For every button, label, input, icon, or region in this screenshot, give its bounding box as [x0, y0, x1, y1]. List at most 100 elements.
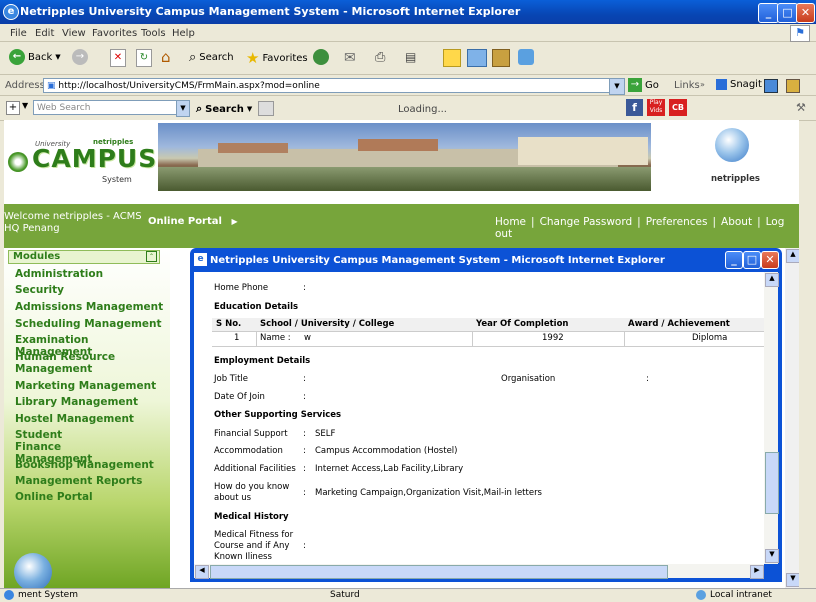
links-label[interactable]: Links	[674, 80, 700, 91]
row-award: Diploma	[692, 333, 728, 343]
financial-support-label: Financial Support	[214, 429, 288, 439]
print-icon[interactable]: ⎙	[375, 50, 385, 65]
messenger-icon[interactable]	[467, 49, 487, 67]
refresh-icon[interactable]: ↻	[136, 49, 152, 67]
home-phone-colon: :	[303, 283, 306, 293]
go-button[interactable]: → Go	[628, 78, 659, 92]
history-icon[interactable]	[313, 49, 329, 65]
toolbar-add-icon[interactable]: +	[6, 101, 20, 115]
popup-maximize-button[interactable]: □	[743, 251, 761, 269]
web-search-dropdown-icon[interactable]: ▼	[176, 100, 190, 117]
modules-sidebar: Modules ⌃ Administration Security Admiss…	[4, 248, 170, 588]
go-arrow-icon: →	[628, 78, 642, 92]
mail-icon[interactable]: ✉	[344, 50, 356, 66]
netripples-logo-text: netripples	[711, 174, 760, 184]
additional-facilities-colon: :	[303, 464, 306, 474]
window-title-bar: e Netripples University Campus Managemen…	[0, 0, 816, 24]
menu-tools[interactable]: Tools	[141, 28, 166, 39]
wrench-icon[interactable]: ⚒	[796, 101, 806, 114]
search-button[interactable]: ⌕ Search	[189, 50, 234, 65]
favorites-button[interactable]: ★ Favorites	[246, 49, 308, 67]
education-table: S No. School / University / College Year…	[212, 318, 764, 348]
popup-scrollbar[interactable]: ▲ ▼	[764, 272, 779, 564]
maximize-button[interactable]: □	[777, 3, 798, 23]
employment-heading: Employment Details	[214, 356, 311, 366]
tools-icon[interactable]	[518, 49, 534, 65]
how-know-colon: :	[303, 488, 306, 498]
intranet-icon	[696, 590, 706, 600]
date-of-join-colon: :	[303, 392, 306, 402]
sidebar-item-scheduling[interactable]: Scheduling Management	[15, 318, 165, 330]
nav-change-password[interactable]: Change Password	[540, 216, 633, 228]
ie-logo-icon: e	[3, 4, 19, 20]
popup-hscrollbar[interactable]: ◀ ▶	[194, 564, 764, 579]
address-input[interactable]: ▣ http://localhost/UniversityCMS/FrmMain…	[43, 78, 623, 93]
edit-icon[interactable]: ▤	[405, 50, 416, 64]
facebook-icon[interactable]: f	[626, 99, 643, 116]
menu-edit[interactable]: Edit	[35, 28, 54, 39]
scroll-down-icon[interactable]: ▼	[786, 573, 799, 587]
sidebar-item-security[interactable]: Security	[15, 284, 165, 296]
web-search-input[interactable]: Web Search	[33, 100, 188, 115]
forward-arrow-icon[interactable]: →	[72, 49, 88, 65]
popup-scroll-up-icon[interactable]: ▲	[765, 273, 779, 287]
menu-view[interactable]: View	[62, 28, 86, 39]
toolbar-dropdown-icon[interactable]: ▼	[22, 101, 28, 110]
home-icon[interactable]: ⌂	[161, 48, 171, 66]
capture-settings-icon[interactable]	[786, 79, 800, 93]
nav-preferences[interactable]: Preferences	[646, 216, 708, 228]
popup-hscroll-thumb[interactable]	[210, 565, 668, 579]
how-know-value: Marketing Campaign,Organization Visit,Ma…	[315, 488, 542, 498]
address-dropdown-icon[interactable]: ▼	[609, 78, 625, 95]
sidebar-item-hostel[interactable]: Hostel Management	[15, 413, 165, 425]
capture-icon[interactable]	[764, 79, 778, 93]
popup-scroll-down-icon[interactable]: ▼	[765, 549, 779, 563]
sidebar-item-admissions[interactable]: Admissions Management	[15, 301, 165, 313]
sidebar-item-reports[interactable]: Management Reports	[15, 475, 165, 487]
sidebar-item-human-resource[interactable]: Human Resource Management	[15, 351, 125, 375]
minimize-button[interactable]: _	[758, 3, 779, 23]
web-search-button[interactable]: ⌕ Search ▼	[196, 102, 252, 116]
popup-scroll-right-icon[interactable]: ▶	[750, 565, 764, 579]
windows-flag-icon: ⚑	[790, 25, 810, 42]
online-portal-link[interactable]: Online Portal ▶	[148, 216, 238, 227]
modules-header: Modules ⌃	[8, 250, 160, 264]
nav-about[interactable]: About	[721, 216, 752, 228]
close-button[interactable]: ✕	[796, 3, 815, 23]
links-chevron-icon[interactable]: »	[700, 80, 705, 89]
search-label: Search	[199, 52, 234, 63]
table-row: 1 Name : w 1992 Diploma	[212, 332, 764, 347]
sidebar-item-bookshop[interactable]: Bookshop Management	[15, 459, 165, 471]
job-title-label: Job Title	[214, 374, 249, 384]
research-icon[interactable]	[492, 49, 510, 67]
discuss-icon[interactable]	[443, 49, 461, 67]
popup-scroll-thumb[interactable]	[765, 452, 779, 514]
popup-close-button[interactable]: ✕	[761, 251, 779, 269]
popup-minimize-button[interactable]: _	[725, 251, 743, 269]
menu-favorites[interactable]: Favorites	[92, 28, 137, 39]
sidebar-item-marketing[interactable]: Marketing Management	[15, 380, 165, 392]
medical-fitness-label: Medical Fitness for Course and if Any Kn…	[214, 530, 294, 562]
highlight-icon[interactable]	[258, 101, 274, 116]
sidebar-item-administration[interactable]: Administration	[15, 268, 165, 280]
cb-icon[interactable]: CB	[669, 99, 687, 116]
popup-content: Home Phone : Education Details S No. Sch…	[194, 272, 766, 564]
sidebar-item-library[interactable]: Library Management	[15, 396, 165, 408]
stop-icon[interactable]: ✕	[110, 49, 126, 67]
education-heading: Education Details	[214, 302, 299, 312]
popup-scroll-left-icon[interactable]: ◀	[195, 565, 209, 579]
photo-roof	[358, 139, 438, 151]
snagit-button[interactable]: Snagit	[716, 79, 762, 90]
scroll-up-icon[interactable]: ▲	[786, 249, 799, 263]
medical-fitness-colon: :	[303, 541, 306, 551]
modules-title: Modules	[13, 251, 61, 262]
collapse-icon[interactable]: ⌃	[146, 251, 157, 262]
services-heading: Other Supporting Services	[214, 410, 342, 420]
menu-help[interactable]: Help	[172, 28, 195, 39]
menu-file[interactable]: File	[10, 28, 27, 39]
sidebar-item-online-portal[interactable]: Online Portal	[15, 491, 165, 503]
page-scrollbar[interactable]: ▲ ▼	[785, 248, 799, 588]
nav-home[interactable]: Home	[495, 216, 526, 228]
playvids-icon[interactable]: Play Vids	[647, 99, 665, 116]
back-button[interactable]: ← Back ▼	[9, 49, 61, 65]
